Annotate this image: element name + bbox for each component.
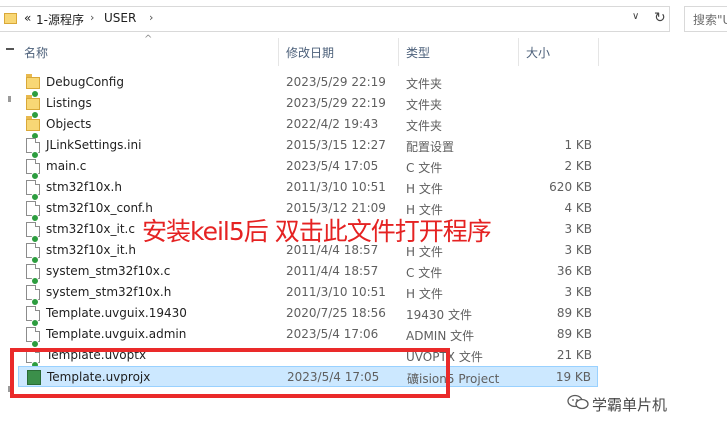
file-size: 2 KB bbox=[564, 159, 592, 173]
file-size: 21 KB bbox=[556, 348, 592, 362]
file-name: system_stm32f10x.c bbox=[46, 264, 171, 278]
file-name: stm32f10x.h bbox=[46, 180, 122, 194]
file-name: system_stm32f10x.h bbox=[46, 285, 172, 299]
file-name: Template.uvguix.19430 bbox=[46, 306, 187, 320]
file-type: H 文件 bbox=[406, 287, 443, 301]
file-icon bbox=[26, 180, 40, 201]
column-header-type[interactable]: 类型 bbox=[406, 44, 430, 61]
file-row[interactable]: Template.uvguix.admin 2023/5/4 17:06 ADMIN… bbox=[18, 324, 598, 348]
column-divider[interactable] bbox=[598, 38, 599, 66]
file-size: 89 KB bbox=[556, 327, 592, 341]
file-name: stm32f10x_it.c bbox=[46, 222, 135, 236]
file-type: C 文件 bbox=[406, 266, 443, 280]
column-divider[interactable] bbox=[278, 38, 279, 66]
file-name: stm32f10x_it.h bbox=[46, 243, 136, 257]
file-name: Objects bbox=[46, 117, 92, 131]
address-dropdown-icon[interactable]: ∨ bbox=[632, 11, 639, 22]
file-type: 19430 文件 bbox=[406, 308, 472, 322]
file-icon bbox=[26, 138, 40, 159]
file-row[interactable]: system_stm32f10x.h 2011/3/10 10:51 H 文件 3 K… bbox=[18, 282, 598, 306]
folder-row[interactable]: DebugConfig 2023/5/29 22:19 文件夹 bbox=[18, 72, 598, 98]
search-input[interactable]: 搜索"USER" bbox=[684, 6, 727, 32]
file-type: ADMIN 文件 bbox=[406, 329, 475, 343]
file-row[interactable]: system_stm32f10x.c 2011/4/4 18:57 C 文件 36 K… bbox=[18, 261, 598, 285]
address-box[interactable]: « 1-源程序 › USER › ∨ ↻ bbox=[0, 6, 670, 32]
file-date: 2015/3/15 12:27 bbox=[286, 138, 386, 152]
file-icon bbox=[26, 222, 40, 243]
column-header-date[interactable]: 修改日期 bbox=[286, 44, 334, 61]
file-size: 620 KB bbox=[549, 180, 592, 194]
file-type: 文件夹 bbox=[406, 77, 443, 91]
wechat-icon bbox=[567, 394, 589, 410]
file-date: 2022/4/2 19:43 bbox=[286, 117, 379, 131]
file-type: H 文件 bbox=[406, 182, 443, 196]
file-size: 3 KB bbox=[564, 243, 592, 257]
file-size: 89 KB bbox=[556, 306, 592, 320]
folder-row[interactable]: Objects 2022/4/2 19:43 文件夹 bbox=[18, 114, 598, 140]
folder-icon bbox=[26, 74, 40, 98]
file-size: 19 KB bbox=[555, 370, 591, 384]
file-date: 2023/5/29 22:19 bbox=[286, 75, 386, 89]
sort-ascending-icon: ^ bbox=[144, 34, 153, 45]
column-divider[interactable] bbox=[398, 38, 399, 66]
breadcrumb-1-source[interactable]: 1-源程序 bbox=[36, 11, 84, 28]
file-date: 2011/3/10 10:51 bbox=[286, 180, 386, 194]
file-type: 文件夹 bbox=[406, 119, 443, 133]
file-date: 2011/3/10 10:51 bbox=[286, 285, 386, 299]
breadcrumb-user[interactable]: USER bbox=[104, 11, 136, 25]
file-size: 4 KB bbox=[564, 201, 592, 215]
column-header-name[interactable]: 名称 bbox=[24, 44, 48, 61]
file-icon bbox=[26, 327, 40, 348]
file-name: stm32f10x_conf.h bbox=[46, 201, 153, 215]
file-row[interactable]: JLinkSettings.ini 2015/3/15 12:27 配置设置 1 KB bbox=[18, 135, 598, 159]
column-divider[interactable] bbox=[518, 38, 519, 66]
file-icon bbox=[26, 201, 40, 222]
file-size: 3 KB bbox=[564, 285, 592, 299]
address-bar: « 1-源程序 › USER › ∨ ↻ 搜索"USER" bbox=[0, 0, 727, 38]
file-size: 3 KB bbox=[564, 222, 592, 236]
column-headers: ^ 名称 修改日期 类型 大小 bbox=[0, 34, 727, 66]
file-name: Listings bbox=[46, 96, 92, 110]
breadcrumb-separator-icon: › bbox=[90, 11, 95, 24]
file-type: 文件夹 bbox=[406, 98, 443, 112]
file-date: 2020/7/25 18:56 bbox=[286, 306, 386, 320]
file-icon bbox=[26, 243, 40, 264]
file-name: Template.uvguix.admin bbox=[46, 327, 187, 341]
watermark: 学霸单片机 bbox=[592, 396, 668, 414]
file-date: 2023/5/4 17:06 bbox=[286, 327, 379, 341]
file-type: C 文件 bbox=[406, 161, 443, 175]
file-size: 36 KB bbox=[556, 264, 592, 278]
file-icon bbox=[26, 285, 40, 306]
nav-pane-tick bbox=[8, 96, 11, 102]
file-name: JLinkSettings.ini bbox=[46, 138, 142, 152]
file-row[interactable]: main.c 2023/5/4 17:05 C 文件 2 KB bbox=[18, 156, 598, 180]
file-row[interactable]: stm32f10x.h 2011/3/10 10:51 H 文件 620 KB bbox=[18, 177, 598, 201]
folder-icon bbox=[26, 116, 40, 140]
file-date: 2023/5/29 22:19 bbox=[286, 96, 386, 110]
back-chevrons[interactable]: « bbox=[24, 11, 31, 25]
file-row[interactable]: Template.uvguix.19430 2020/7/25 18:56 1943… bbox=[18, 303, 598, 327]
folder-icon bbox=[26, 95, 40, 119]
breadcrumb-separator-icon: › bbox=[149, 11, 154, 24]
folder-row[interactable]: Listings 2023/5/29 22:19 文件夹 bbox=[18, 93, 598, 119]
file-type: 配置设置 bbox=[406, 140, 455, 154]
file-icon bbox=[26, 306, 40, 327]
file-size: 1 KB bbox=[564, 138, 592, 152]
file-icon bbox=[26, 264, 40, 285]
file-date: 2023/5/4 17:05 bbox=[286, 159, 379, 173]
refresh-icon[interactable]: ↻ bbox=[654, 10, 666, 26]
highlight-box bbox=[10, 348, 450, 398]
file-name: DebugConfig bbox=[46, 75, 124, 89]
file-icon bbox=[26, 159, 40, 180]
column-header-size[interactable]: 大小 bbox=[526, 44, 550, 61]
file-date: 2011/4/4 18:57 bbox=[286, 264, 379, 278]
annotation-text: 安装keil5后 双击此文件打开程序 bbox=[142, 217, 492, 246]
file-name: main.c bbox=[46, 159, 87, 173]
nav-pane-pin-icon bbox=[6, 48, 14, 50]
folder-icon bbox=[4, 13, 17, 24]
